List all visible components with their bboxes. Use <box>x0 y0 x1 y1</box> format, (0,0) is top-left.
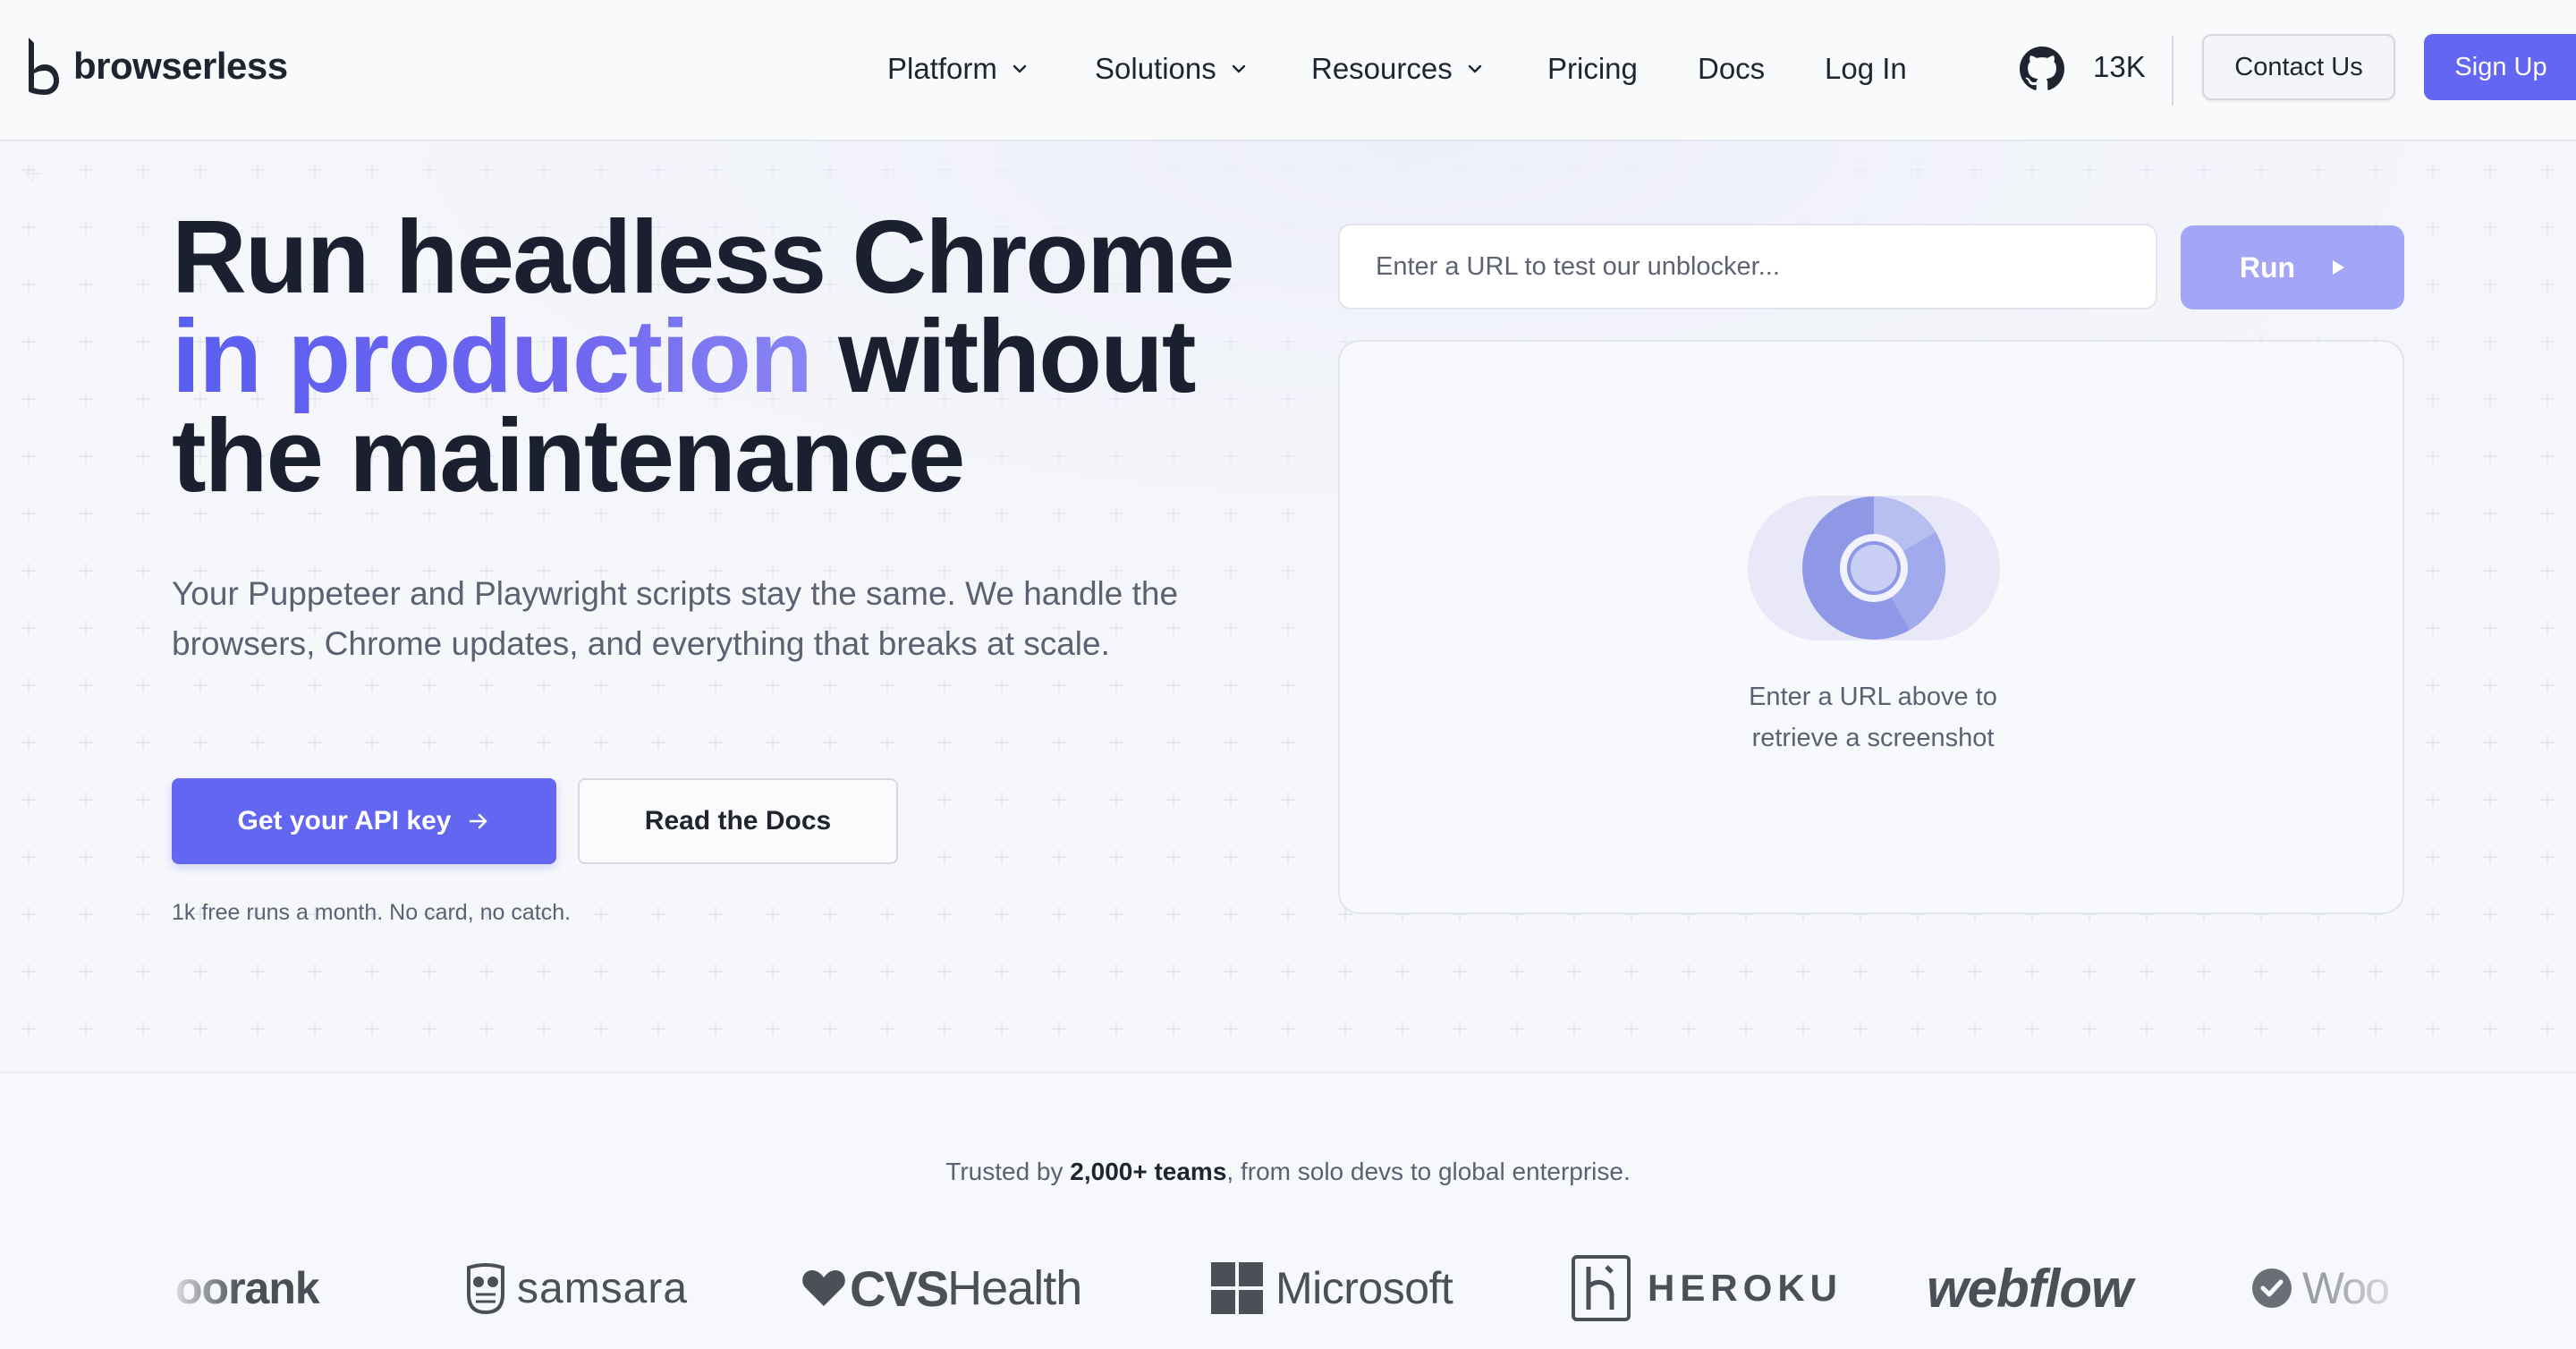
nav-resources-label: Resources <box>1311 52 1453 85</box>
cvs-light-wordmark: Health <box>947 1261 1082 1315</box>
heart-icon <box>802 1270 845 1306</box>
nav-resources[interactable]: Resources <box>1311 47 1485 91</box>
github-icon[interactable] <box>2020 47 2064 91</box>
samsara-wordmark: samsara <box>517 1264 689 1312</box>
read-the-docs-button[interactable]: Read the Docs <box>578 778 898 864</box>
chevron-down-icon <box>1013 64 1027 73</box>
site-header: browserless Platform Solutions Resources… <box>0 0 2576 141</box>
browserless-logo-icon <box>29 38 59 95</box>
get-api-key-label: Get your API key <box>237 806 452 836</box>
get-api-key-button[interactable]: Get your API key <box>172 778 556 864</box>
hero-title: Run headless Chrome in production withou… <box>172 205 1235 507</box>
logo-samsara: samsara <box>465 1243 688 1333</box>
nav-solutions[interactable]: Solutions <box>1095 47 1249 91</box>
github-stars-count[interactable]: 13K <box>2093 50 2146 84</box>
nav-platform[interactable]: Platform <box>887 47 1030 91</box>
screenshot-preview-panel: Enter a URL above to retrieve a screensh… <box>1338 340 2404 914</box>
nav-docs-label: Docs <box>1698 52 1766 85</box>
nav-platform-label: Platform <box>887 52 997 85</box>
nav-docs[interactable]: Docs <box>1698 47 1765 91</box>
play-icon <box>2333 260 2345 275</box>
trusted-suffix: , from solo devs to global enterprise. <box>1226 1158 1631 1185</box>
preview-empty-line1: Enter a URL above to <box>1749 683 1997 711</box>
logo-webflow: webflow <box>1927 1243 2133 1333</box>
brand-logo[interactable]: browserless <box>25 34 288 98</box>
webflow-wordmark: webflow <box>1927 1258 2133 1319</box>
free-runs-note: 1k free runs a month. No card, no catch. <box>172 900 572 925</box>
hero-subtitle: Your Puppeteer and Playwright scripts st… <box>172 575 1179 662</box>
contact-us-button[interactable]: Contact Us <box>2202 34 2395 100</box>
logo-cvs-health: CVS Health <box>801 1243 1082 1333</box>
chevron-down-icon <box>1232 64 1245 73</box>
preview-empty-message: Enter a URL above to retrieve a screensh… <box>1340 676 2406 759</box>
heroku-icon <box>1572 1255 1631 1321</box>
nav-login-label: Log In <box>1825 52 1907 85</box>
samsara-owl-icon <box>467 1263 504 1314</box>
run-button[interactable]: Run <box>2181 225 2404 310</box>
logo-fade-left <box>161 1234 242 1333</box>
heroku-wordmark: HEROKU <box>1648 1267 1843 1309</box>
nav-pricing-label: Pricing <box>1547 52 1638 85</box>
arrow-right-icon <box>470 813 487 829</box>
trusted-highlight: 2,000+ teams <box>1070 1158 1227 1185</box>
preview-empty-line2: retrieve a screenshot <box>1751 724 1995 752</box>
customer-logos: oorank samsara CVS Health Microsoft HEROK… <box>0 1243 2576 1333</box>
trusted-prefix: Trusted by <box>945 1158 1071 1185</box>
logo-microsoft: Microsoft <box>1211 1243 1453 1333</box>
url-input[interactable] <box>1338 224 2157 310</box>
nav-login[interactable]: Log In <box>1825 47 1907 91</box>
brand-name: browserless <box>73 45 288 87</box>
cvs-bold-wordmark: CVS <box>850 1260 949 1317</box>
chevron-down-icon <box>1468 64 1481 73</box>
microsoft-wordmark: Microsoft <box>1275 1263 1453 1313</box>
sign-up-button[interactable]: Sign Up <box>2424 34 2576 100</box>
nav-pricing[interactable]: Pricing <box>1547 47 1638 91</box>
nav-solutions-label: Solutions <box>1095 52 1216 85</box>
logo-heroku: HEROKU <box>1571 1243 1843 1333</box>
logo-fade-right <box>2326 1234 2424 1333</box>
trusted-by-text: Trusted by 2,000+ teams, from solo devs … <box>0 1158 2576 1186</box>
header-divider <box>2172 36 2174 106</box>
check-badge-icon <box>2252 1268 2292 1308</box>
run-button-label: Run <box>2239 250 2296 284</box>
microsoft-squares-icon <box>1211 1262 1263 1314</box>
chrome-icon <box>1802 496 1945 640</box>
hero-title-line3: the maintenance <box>172 397 965 513</box>
